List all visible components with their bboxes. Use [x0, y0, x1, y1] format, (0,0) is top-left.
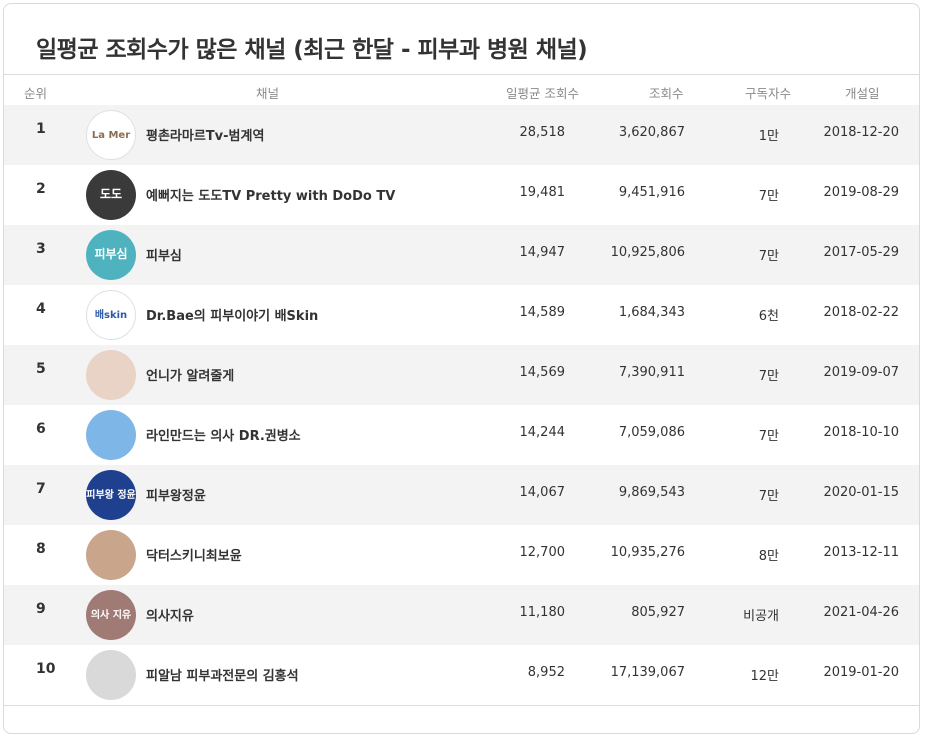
channel-name[interactable]: Dr.Bae의 피부이야기 배Skin: [146, 305, 318, 324]
opened-date-value: 2019-09-07: [823, 365, 899, 380]
table-row[interactable]: 5 언니가 알려줄게 14,569 7,390,911 7만 2019-09-07: [4, 345, 919, 405]
col-subscribers-header: 구독자수: [745, 86, 792, 101]
avg-views-value: 14,589: [519, 305, 566, 320]
channel-avatar[interactable]: [86, 530, 136, 580]
channel-avatar[interactable]: 피부심: [86, 230, 136, 280]
subscribers-value: 1만: [758, 129, 779, 144]
rank-number: 4: [36, 301, 46, 317]
opened-date-value: 2018-12-20: [823, 125, 899, 140]
table-row[interactable]: 2 도도 예뻐지는 도도TV Pretty with DoDo TV 19,481 9,…: [4, 165, 919, 225]
page-title: 일평균 조회수가 많은 채널 (최근 한달 - 피부과 병원 채널): [36, 37, 588, 63]
channel-avatar[interactable]: 피부왕 정윤: [86, 470, 136, 520]
opened-date-value: 2019-01-20: [823, 665, 899, 680]
col-views-header: 조회수: [649, 86, 684, 101]
channel-avatar[interactable]: La Mer: [86, 110, 136, 160]
channel-avatar[interactable]: [86, 350, 136, 400]
subscribers-value: 비공개: [743, 609, 779, 624]
channel-avatar[interactable]: 의사 지유: [86, 590, 136, 640]
channel-name[interactable]: 닥터스키니최보윤: [146, 545, 242, 564]
subscribers-value: 6천: [758, 309, 779, 324]
views-value: 10,935,276: [610, 545, 685, 560]
avg-views-value: 14,067: [519, 485, 566, 500]
avg-views-value: 11,180: [519, 605, 566, 620]
views-value: 3,620,867: [618, 125, 685, 140]
table-row[interactable]: 4 배skin Dr.Bae의 피부이야기 배Skin 14,589 1,684,343…: [4, 285, 919, 345]
table-footer-divider: [4, 705, 919, 706]
channel-name[interactable]: 라인만드는 의사 DR.권병소: [146, 425, 301, 444]
subscribers-value: 12만: [750, 669, 779, 684]
channel-avatar[interactable]: [86, 410, 136, 460]
rank-number: 5: [36, 361, 46, 377]
views-value: 7,390,911: [618, 365, 685, 380]
rank-number: 8: [36, 541, 46, 557]
rank-number: 6: [36, 421, 46, 437]
rank-number: 10: [36, 661, 56, 677]
avg-views-value: 19,481: [519, 185, 566, 200]
rank-number: 3: [36, 241, 46, 257]
views-value: 7,059,086: [618, 425, 685, 440]
subscribers-value: 8만: [758, 549, 779, 564]
rank-number: 2: [36, 181, 46, 197]
table-row[interactable]: 3 피부심 피부심 14,947 10,925,806 7만 2017-05-29: [4, 225, 919, 285]
ranking-card: 일평균 조회수가 많은 채널 (최근 한달 - 피부과 병원 채널) 순위 채널…: [3, 3, 920, 734]
opened-date-value: 2019-08-29: [823, 185, 899, 200]
table-row[interactable]: 7 피부왕 정윤 피부왕정윤 14,067 9,869,543 7만 2020-01-15: [4, 465, 919, 525]
channel-name[interactable]: 피부왕정윤: [146, 485, 206, 504]
channel-name[interactable]: 피부심: [146, 245, 182, 264]
col-rank-header: 순위: [24, 86, 48, 101]
col-avg-views-header: 일평균 조회수: [506, 86, 579, 101]
opened-date-value: 2018-02-22: [823, 305, 899, 320]
channel-avatar[interactable]: 배skin: [86, 290, 136, 340]
table-header: 순위 채널 일평균 조회수 조회수 구독자수 개설일: [4, 74, 919, 106]
rank-number: 7: [36, 481, 46, 497]
views-value: 10,925,806: [610, 245, 685, 260]
avg-views-value: 28,518: [519, 125, 566, 140]
avg-views-value: 14,947: [519, 245, 566, 260]
channel-name[interactable]: 평촌라마르Tv-범계역: [146, 125, 264, 144]
subscribers-value: 7만: [758, 369, 779, 384]
subscribers-value: 7만: [758, 429, 779, 444]
avg-views-value: 8,952: [527, 665, 565, 680]
channel-name[interactable]: 언니가 알려줄게: [146, 365, 234, 384]
opened-date-value: 2017-05-29: [823, 245, 899, 260]
channel-name[interactable]: 예뻐지는 도도TV Pretty with DoDo TV: [146, 185, 395, 204]
avg-views-value: 12,700: [519, 545, 566, 560]
avg-views-value: 14,569: [519, 365, 566, 380]
rank-number: 1: [36, 121, 46, 137]
opened-date-value: 2013-12-11: [823, 545, 899, 560]
channel-avatar[interactable]: [86, 650, 136, 700]
channel-avatar[interactable]: 도도: [86, 170, 136, 220]
views-value: 17,139,067: [610, 665, 685, 680]
opened-date-value: 2018-10-10: [823, 425, 899, 440]
opened-date-value: 2020-01-15: [823, 485, 899, 500]
avg-views-value: 14,244: [519, 425, 566, 440]
views-value: 9,869,543: [618, 485, 685, 500]
table-row[interactable]: 10 피알남 피부과전문의 김홍석 8,952 17,139,067 12만 2019-0…: [4, 645, 919, 705]
views-value: 9,451,916: [618, 185, 685, 200]
col-opened-header: 개설일: [845, 86, 880, 101]
subscribers-value: 7만: [758, 189, 779, 204]
views-value: 805,927: [631, 605, 685, 620]
col-channel-header: 채널: [256, 86, 280, 101]
table-row[interactable]: 8 닥터스키니최보윤 12,700 10,935,276 8만 2013-12-11: [4, 525, 919, 585]
table-row[interactable]: 1 La Mer 평촌라마르Tv-범계역 28,518 3,620,867 1만 2018-…: [4, 105, 919, 165]
views-value: 1,684,343: [618, 305, 685, 320]
table-row[interactable]: 9 의사 지유 의사지유 11,180 805,927 비공개 2021-04-26: [4, 585, 919, 645]
opened-date-value: 2021-04-26: [823, 605, 899, 620]
channel-name[interactable]: 피알남 피부과전문의 김홍석: [146, 665, 299, 684]
subscribers-value: 7만: [758, 489, 779, 504]
table-row[interactable]: 6 라인만드는 의사 DR.권병소 14,244 7,059,086 7만 2018-10…: [4, 405, 919, 465]
table-body: 1 La Mer 평촌라마르Tv-범계역 28,518 3,620,867 1만 2018-…: [4, 105, 919, 705]
subscribers-value: 7만: [758, 249, 779, 264]
rank-number: 9: [36, 601, 46, 617]
channel-name[interactable]: 의사지유: [146, 605, 194, 624]
